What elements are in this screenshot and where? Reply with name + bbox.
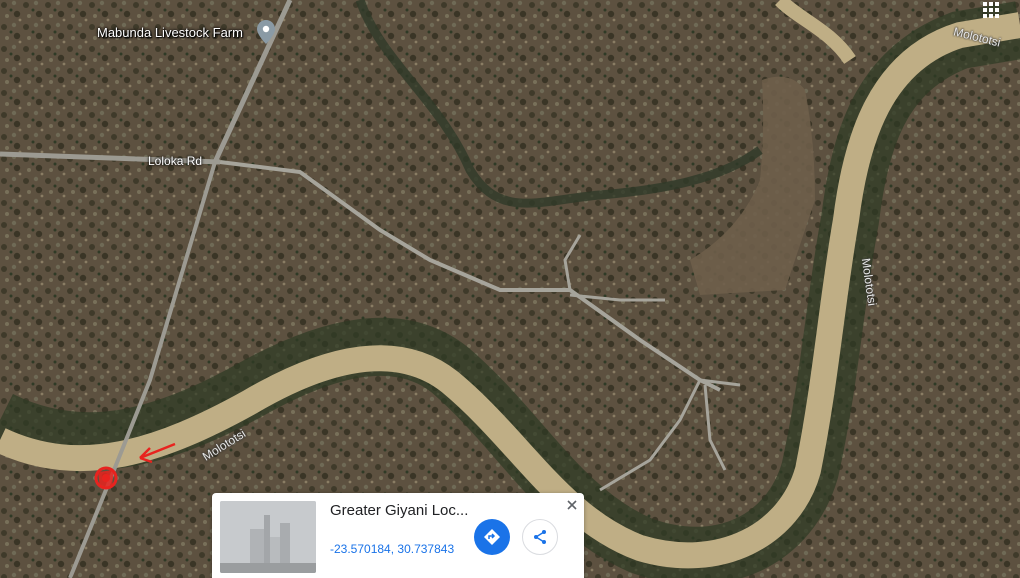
location-marker[interactable] bbox=[94, 466, 118, 490]
place-title: Greater Giyani Loc... bbox=[330, 502, 469, 519]
road-label: Loloka Rd bbox=[148, 154, 203, 168]
close-icon bbox=[567, 500, 577, 510]
apps-grid-icon[interactable] bbox=[981, 0, 1001, 20]
directions-icon bbox=[484, 529, 500, 545]
close-button[interactable] bbox=[564, 497, 580, 513]
place-info-card: Greater Giyani Loc... -23.570184, 30.737… bbox=[212, 493, 584, 578]
directions-button[interactable] bbox=[474, 519, 510, 555]
place-thumbnail[interactable] bbox=[220, 501, 316, 573]
location-pin-icon[interactable] bbox=[257, 20, 275, 44]
share-icon bbox=[534, 530, 546, 544]
coordinates-text[interactable]: -23.570184, 30.737843 bbox=[330, 542, 454, 556]
share-button[interactable] bbox=[522, 519, 558, 555]
place-label[interactable]: Mabunda Livestock Farm bbox=[97, 25, 243, 40]
